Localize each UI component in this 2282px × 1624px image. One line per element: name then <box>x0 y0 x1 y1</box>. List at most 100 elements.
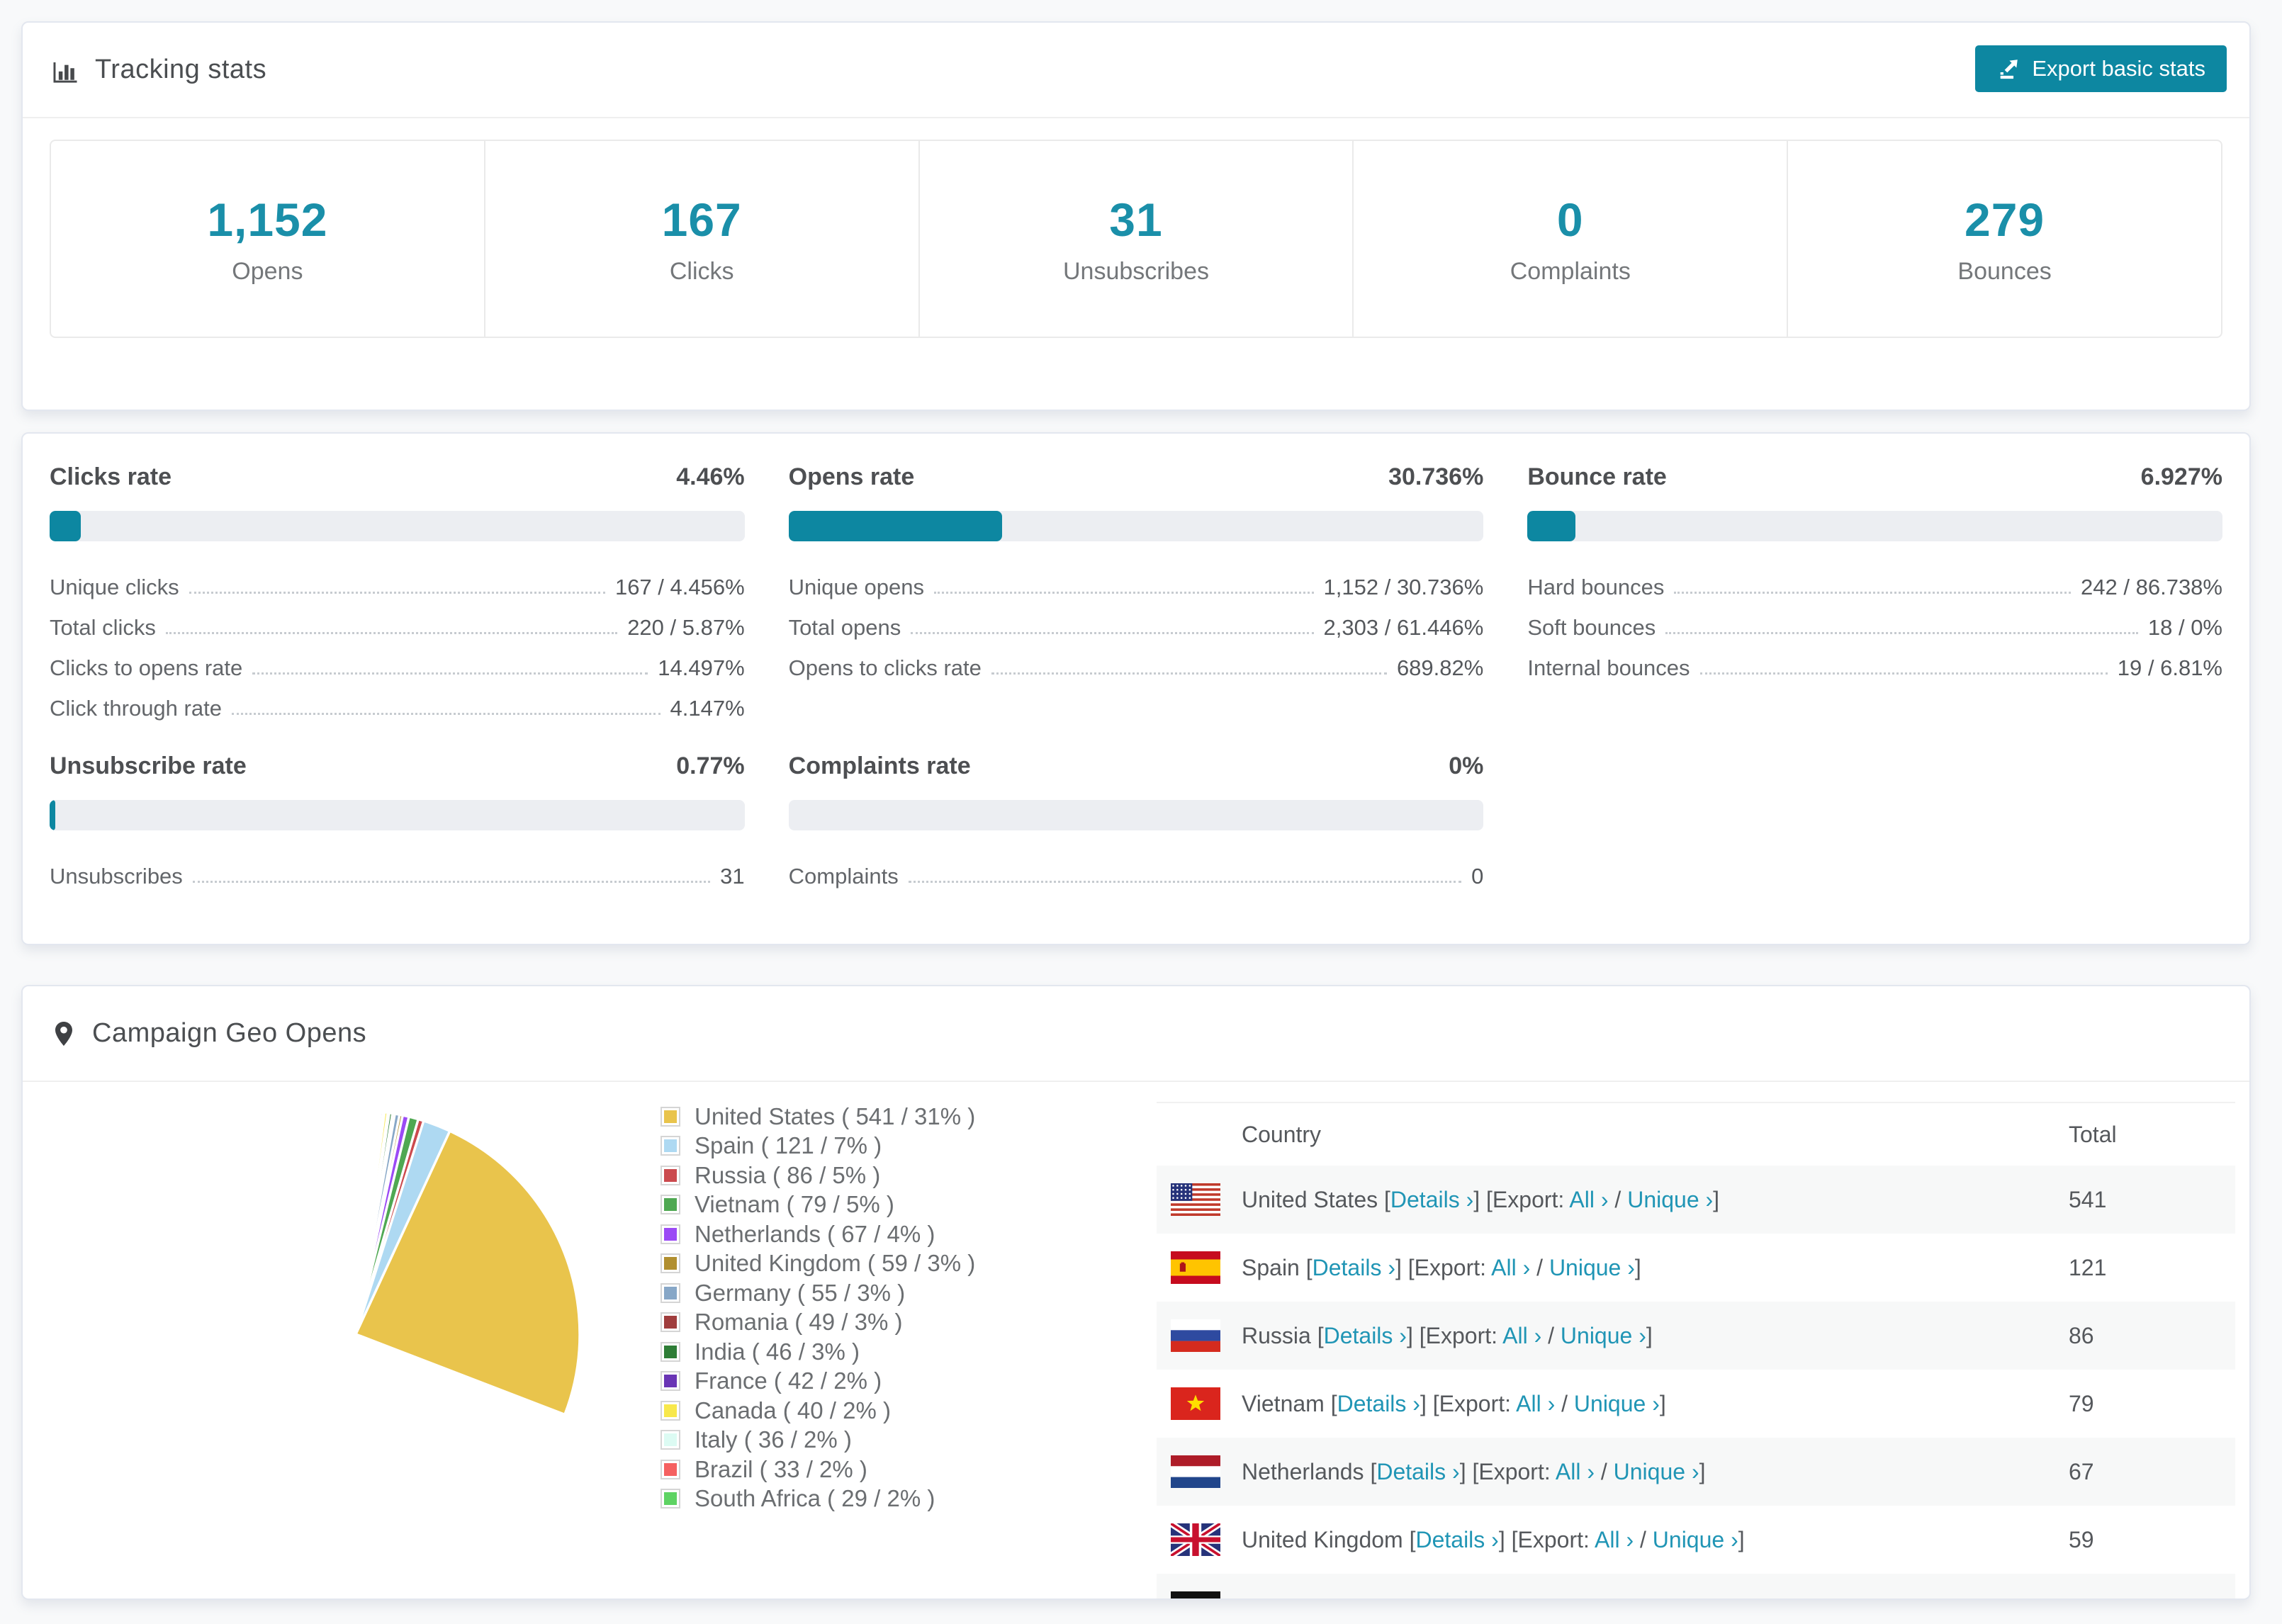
export-basic-stats-button[interactable]: Export basic stats <box>1975 45 2227 92</box>
dotted-leader <box>1699 672 2108 675</box>
legend-swatch <box>661 1253 680 1274</box>
total-column-header: Total <box>2069 1121 2117 1147</box>
rate-detail-label: Unsubscribes <box>50 864 183 889</box>
dotted-leader <box>189 592 605 594</box>
geo-pie-chart <box>115 1093 597 1579</box>
legend-item: Germany ( 55 / 3% ) <box>661 1278 975 1308</box>
legend-label: India ( 46 / 3% ) <box>695 1338 860 1365</box>
legend-swatch <box>661 1341 680 1362</box>
ru-flag-icon <box>1171 1319 1220 1352</box>
legend-label: United Kingdom ( 59 / 3% ) <box>695 1250 976 1277</box>
export-unique-link-gb[interactable]: Unique › <box>1653 1527 1738 1552</box>
rate-detail-row: Total opens 2,303 / 61.446% <box>789 600 1484 641</box>
stat-value: 31 <box>1109 193 1163 246</box>
legend-swatch <box>661 1224 680 1244</box>
rate-detail-value: 4.147% <box>670 696 745 721</box>
legend-item: India ( 46 / 3% ) <box>661 1337 975 1367</box>
country-cell-text: Spain [Details ›] [Export: All › / Uniqu… <box>1242 1254 1641 1280</box>
export-all-link-gb[interactable]: All › <box>1595 1527 1634 1552</box>
geo-table: Country Total United States [Details ›] … <box>1157 1102 2235 1599</box>
dotted-leader <box>252 672 648 675</box>
dotted-leader <box>192 881 711 883</box>
progress-bar-fill <box>788 511 1003 541</box>
export-all-link-us[interactable]: All › <box>1569 1187 1608 1212</box>
total-cell: 541 <box>2069 1186 2107 1212</box>
details-link-de[interactable]: Details › <box>1347 1595 1430 1599</box>
legend-label: Brazil ( 33 / 2% ) <box>695 1455 867 1482</box>
details-link-es[interactable]: Details › <box>1313 1255 1395 1280</box>
de-flag-icon <box>1171 1591 1220 1598</box>
stat-value: 1,152 <box>207 193 328 246</box>
stat-cell-complaints: 0 Complaints <box>1354 141 1789 337</box>
export-unique-link-nl[interactable]: Unique › <box>1614 1459 1699 1484</box>
rate-detail-label: Clicks to opens rate <box>50 655 243 680</box>
legend-label: Russia ( 86 / 5% ) <box>695 1161 881 1188</box>
rate-detail-value: 14.497% <box>658 655 745 680</box>
export-unique-link-es[interactable]: Unique › <box>1549 1255 1635 1280</box>
rate-detail-label: Soft bounces <box>1527 615 1656 640</box>
legend-swatch <box>661 1136 680 1156</box>
export-all-link-ru[interactable]: All › <box>1502 1323 1541 1348</box>
es-flag-icon <box>1171 1251 1220 1284</box>
legend-item: Vietnam ( 79 / 5% ) <box>661 1190 975 1220</box>
stat-label: Opens <box>232 257 303 285</box>
country-cell-text: Germany [Details ›] [Export: All › / Uni… <box>1242 1595 1677 1599</box>
legend-label: Canada ( 40 / 2% ) <box>695 1397 891 1423</box>
legend-item: South Africa ( 29 / 2% ) <box>661 1484 975 1514</box>
legend-label: South Africa ( 29 / 2% ) <box>695 1485 935 1512</box>
rate-detail-label: Total opens <box>788 615 901 640</box>
details-link-gb[interactable]: Details › <box>1415 1527 1498 1552</box>
total-cell: 59 <box>2069 1526 2094 1552</box>
legend-item: Brazil ( 33 / 2% ) <box>661 1455 975 1484</box>
export-unique-link-vn[interactable]: Unique › <box>1574 1391 1660 1416</box>
legend-swatch <box>661 1195 680 1215</box>
total-cell: 79 <box>2069 1390 2094 1416</box>
details-link-nl[interactable]: Details › <box>1376 1459 1459 1484</box>
rate-detail-label: Internal bounces <box>1527 655 1690 680</box>
rate-detail-label: Unique clicks <box>50 575 179 599</box>
export-unique-link-ru[interactable]: Unique › <box>1561 1323 1646 1348</box>
dotted-leader <box>1674 592 2072 594</box>
rate-panel-bounce-rate: Bounce rate 6.927% Hard bounces 242 / 86… <box>1527 463 2222 721</box>
geo-body: United States ( 541 / 31% ) Spain ( 121 … <box>23 1082 2249 1599</box>
details-link-us[interactable]: Details › <box>1390 1187 1473 1212</box>
page-title: Tracking stats <box>95 55 267 84</box>
dotted-leader <box>1665 632 2138 634</box>
progress-bar-fill <box>50 800 55 830</box>
rates-grid: Clicks rate 4.46% Unique clicks 167 / 4.… <box>23 434 2249 919</box>
legend-swatch <box>661 1371 680 1392</box>
rate-title: Complaints rate <box>788 752 971 779</box>
legend-item: Italy ( 36 / 2% ) <box>661 1426 975 1455</box>
details-link-ru[interactable]: Details › <box>1324 1323 1407 1348</box>
export-all-link-vn[interactable]: All › <box>1516 1391 1555 1416</box>
export-unique-link-us[interactable]: Unique › <box>1627 1187 1713 1212</box>
rate-detail-label: Total clicks <box>50 615 156 640</box>
export-all-link-de[interactable]: All › <box>1527 1595 1566 1599</box>
tracking-stats-card: Tracking stats Export basic stats 1,152 … <box>21 21 2251 411</box>
table-row-us: United States [Details ›] [Export: All ›… <box>1157 1166 2235 1234</box>
rate-detail-value: 242 / 86.738% <box>2081 575 2222 599</box>
legend-item: United Kingdom ( 59 / 3% ) <box>661 1249 975 1279</box>
rate-detail-label: Unique opens <box>788 575 924 599</box>
rate-detail-label: Hard bounces <box>1527 575 1665 599</box>
stat-cell-clicks: 167 Clicks <box>485 141 920 337</box>
rate-value: 6.927% <box>2140 463 2222 490</box>
total-cell: 55 <box>2069 1595 2235 1599</box>
table-row-ru: Russia [Details ›] [Export: All › / Uniq… <box>1157 1302 2235 1370</box>
rate-detail-label: Complaints <box>788 864 899 889</box>
dotted-leader <box>908 881 1462 883</box>
rate-detail-row: Complaints 0 <box>789 849 1484 889</box>
dotted-leader <box>231 713 661 715</box>
export-unique-link-de[interactable]: Unique › <box>1585 1595 1670 1599</box>
export-all-link-nl[interactable]: All › <box>1556 1459 1595 1484</box>
dotted-leader <box>911 632 1314 634</box>
legend-swatch <box>661 1312 680 1333</box>
export-all-link-es[interactable]: All › <box>1491 1255 1530 1280</box>
rate-detail-row: Opens to clicks rate 689.82% <box>789 641 1484 681</box>
details-link-vn[interactable]: Details › <box>1337 1391 1420 1416</box>
legend-item: Spain ( 121 / 7% ) <box>661 1132 975 1161</box>
rate-detail-row: Total clicks 220 / 5.87% <box>50 600 745 641</box>
country-cell-text: United States [Details ›] [Export: All ›… <box>1242 1186 1720 1212</box>
legend-label: Romania ( 49 / 3% ) <box>695 1309 903 1336</box>
rate-detail-label: Click through rate <box>50 696 222 721</box>
